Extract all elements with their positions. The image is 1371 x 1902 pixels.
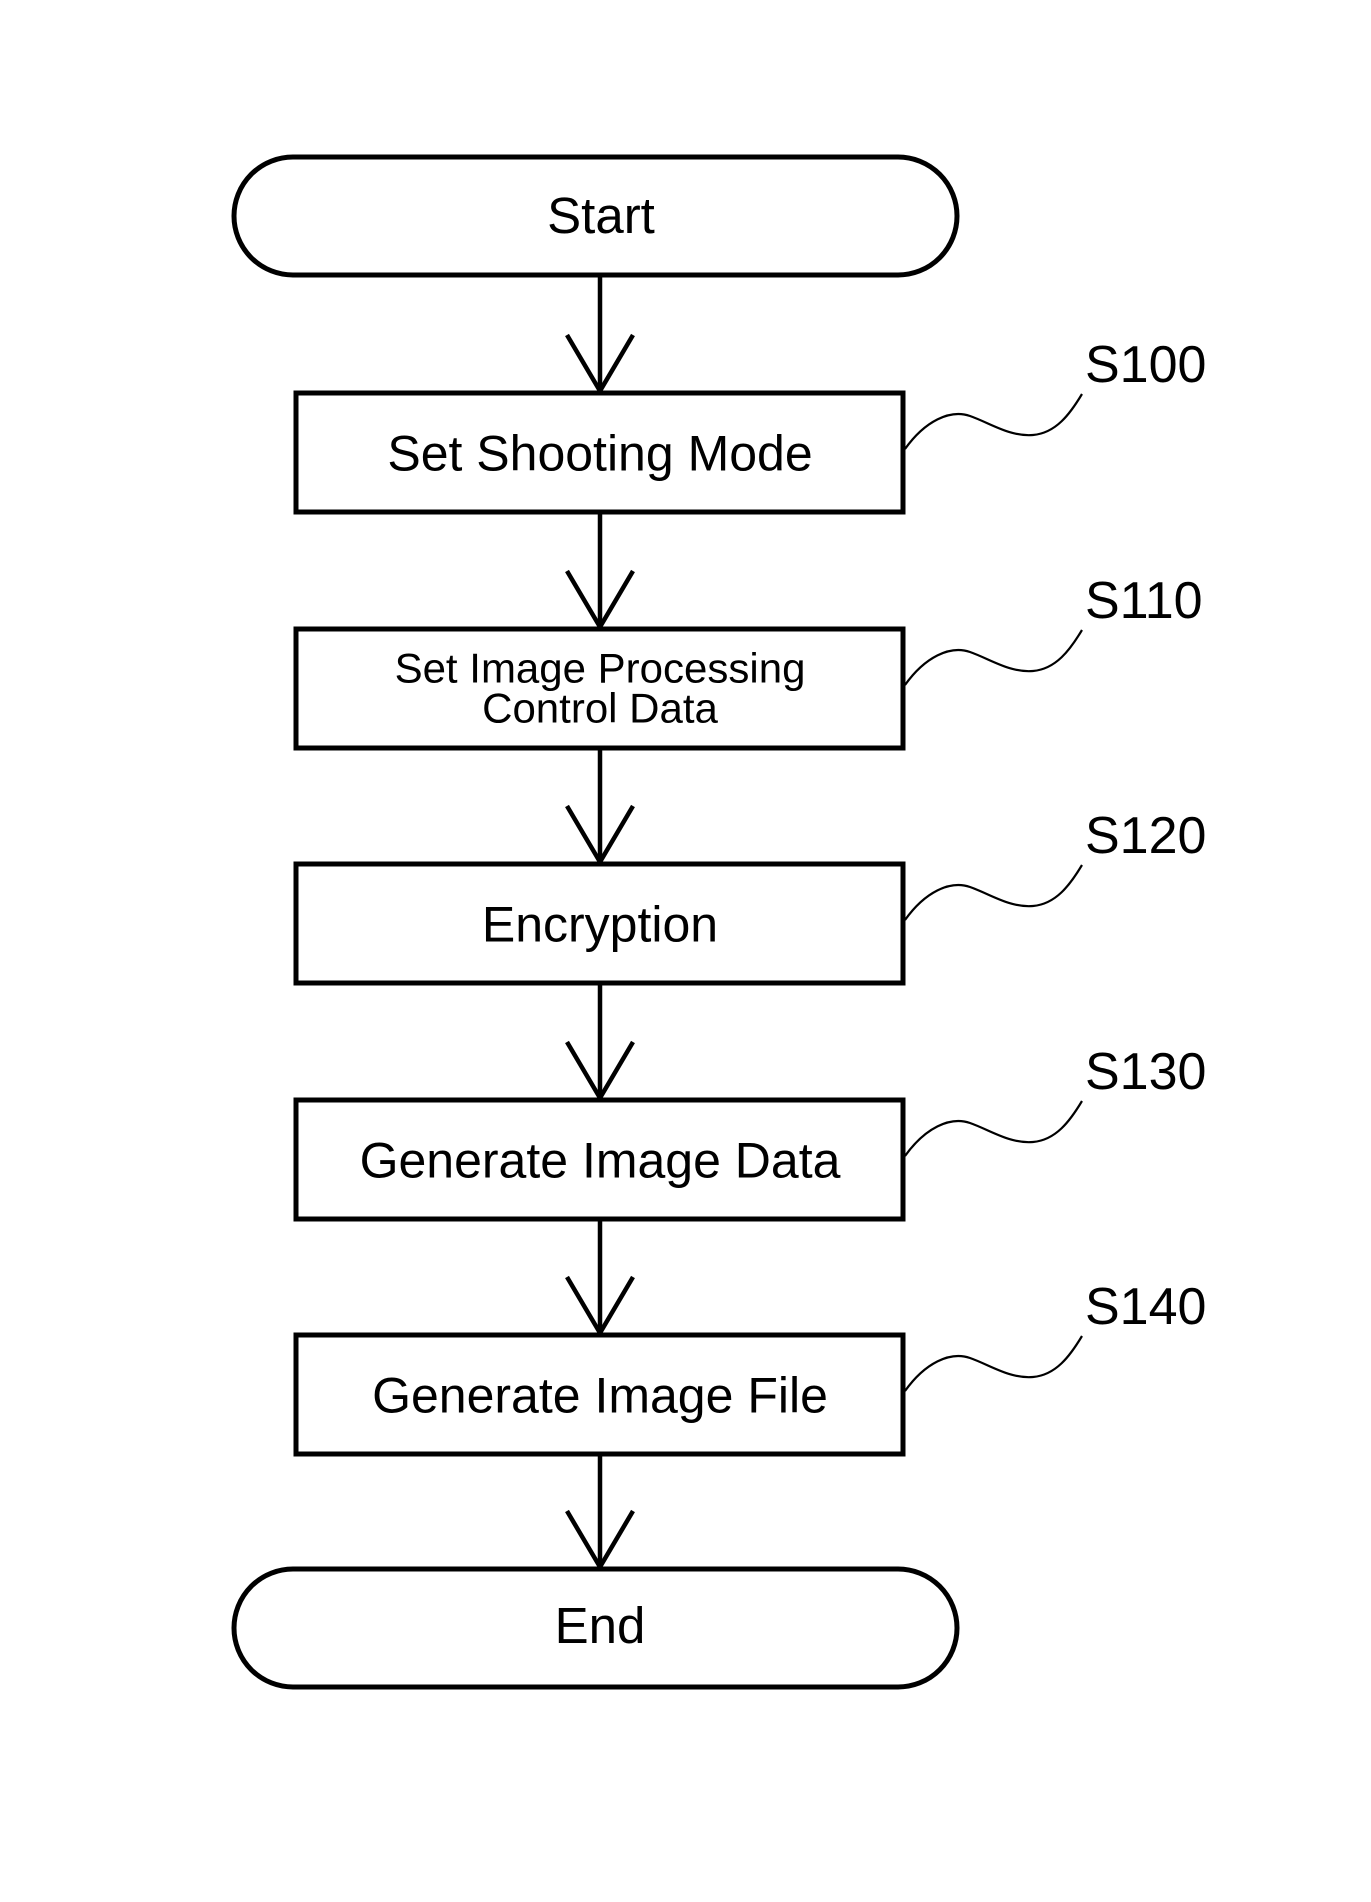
flowchart: Start Set Shooting ModeS100Set Image Pro… [231, 154, 1206, 1690]
step-id-label: S110 [1085, 572, 1203, 630]
process-step-s120: Encryption S120 [293, 807, 1206, 986]
process-box-text: Encryption [482, 897, 718, 953]
start-terminal-label: Start [547, 187, 655, 244]
process-steps: Set Shooting ModeS100Set Image Processin… [293, 275, 1206, 1572]
leader-line [904, 1335, 1083, 1392]
start-terminal: Start [231, 154, 960, 278]
process-step-s140: Generate Image File S140 [293, 1278, 1206, 1457]
leader-line [904, 393, 1083, 450]
end-terminal-label: End [555, 1597, 646, 1654]
process-box-text: Generate Image Data [360, 1133, 841, 1189]
step-id-label: S140 [1085, 1278, 1206, 1336]
step-id-label: S130 [1085, 1043, 1206, 1101]
leader-line [904, 629, 1083, 686]
leader-line [904, 864, 1083, 921]
flow-arrow [565, 512, 635, 632]
flow-arrow [565, 748, 635, 867]
flow-arrow [565, 275, 635, 396]
step-id-label: S120 [1085, 807, 1206, 865]
process-step-s110: Set Image ProcessingControl DataS110 [293, 572, 1203, 751]
end-terminal: End [231, 1566, 960, 1690]
process-box-text: Generate Image File [372, 1368, 828, 1424]
process-box-text: Control Data [482, 685, 718, 732]
flow-arrow [565, 1454, 635, 1572]
leader-line [904, 1100, 1083, 1157]
process-step-s130: Generate Image Data S130 [293, 1043, 1206, 1222]
flow-arrow [565, 983, 635, 1103]
process-box-text: Set Shooting Mode [387, 426, 812, 482]
process-step-s100: Set Shooting Mode S100 [293, 336, 1206, 515]
step-id-label: S100 [1085, 336, 1206, 394]
flow-arrow [565, 1219, 635, 1338]
